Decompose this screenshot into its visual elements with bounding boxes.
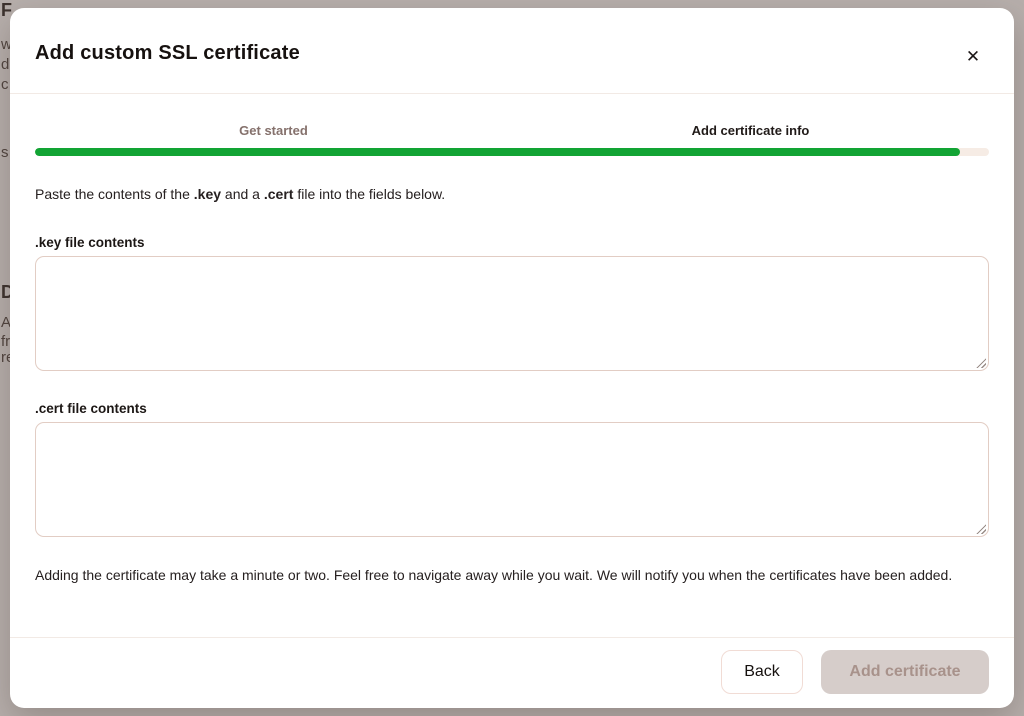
- step-add-certificate-info: Add certificate info: [512, 123, 989, 138]
- intro-text: Paste the contents of the .key and a .ce…: [35, 186, 445, 202]
- footer-divider: [10, 637, 1014, 638]
- resize-grip-icon[interactable]: [975, 357, 986, 368]
- cert-file-label: .cert file contents: [35, 401, 147, 416]
- back-button[interactable]: Back: [721, 650, 803, 694]
- key-file-field: [35, 256, 989, 371]
- footer: Back Add certificate: [721, 650, 989, 694]
- backdrop-text-fragment: c: [1, 76, 9, 93]
- backdrop-text-fragment: s: [1, 144, 9, 161]
- backdrop-text-fragment: fr: [1, 333, 10, 350]
- note-text: Adding the certificate may take a minute…: [35, 564, 989, 586]
- add-certificate-button[interactable]: Add certificate: [821, 650, 989, 694]
- close-icon[interactable]: ✕: [962, 46, 984, 68]
- stepper-progress-fill: [35, 148, 960, 156]
- key-file-textarea[interactable]: [35, 256, 989, 371]
- backdrop-text-fragment: d: [1, 56, 9, 73]
- stepper: Get started Add certificate info: [35, 123, 989, 138]
- header-divider: [10, 93, 1014, 94]
- resize-grip-icon[interactable]: [975, 523, 986, 534]
- dialog-title: Add custom SSL certificate: [35, 42, 300, 65]
- stepper-progress-track: [35, 148, 989, 156]
- cert-file-textarea[interactable]: [35, 422, 989, 537]
- step-get-started: Get started: [35, 123, 512, 138]
- add-ssl-certificate-dialog: Add custom SSL certificate ✕ Get started…: [10, 8, 1014, 708]
- key-file-label: .key file contents: [35, 235, 145, 250]
- cert-file-field: [35, 422, 989, 537]
